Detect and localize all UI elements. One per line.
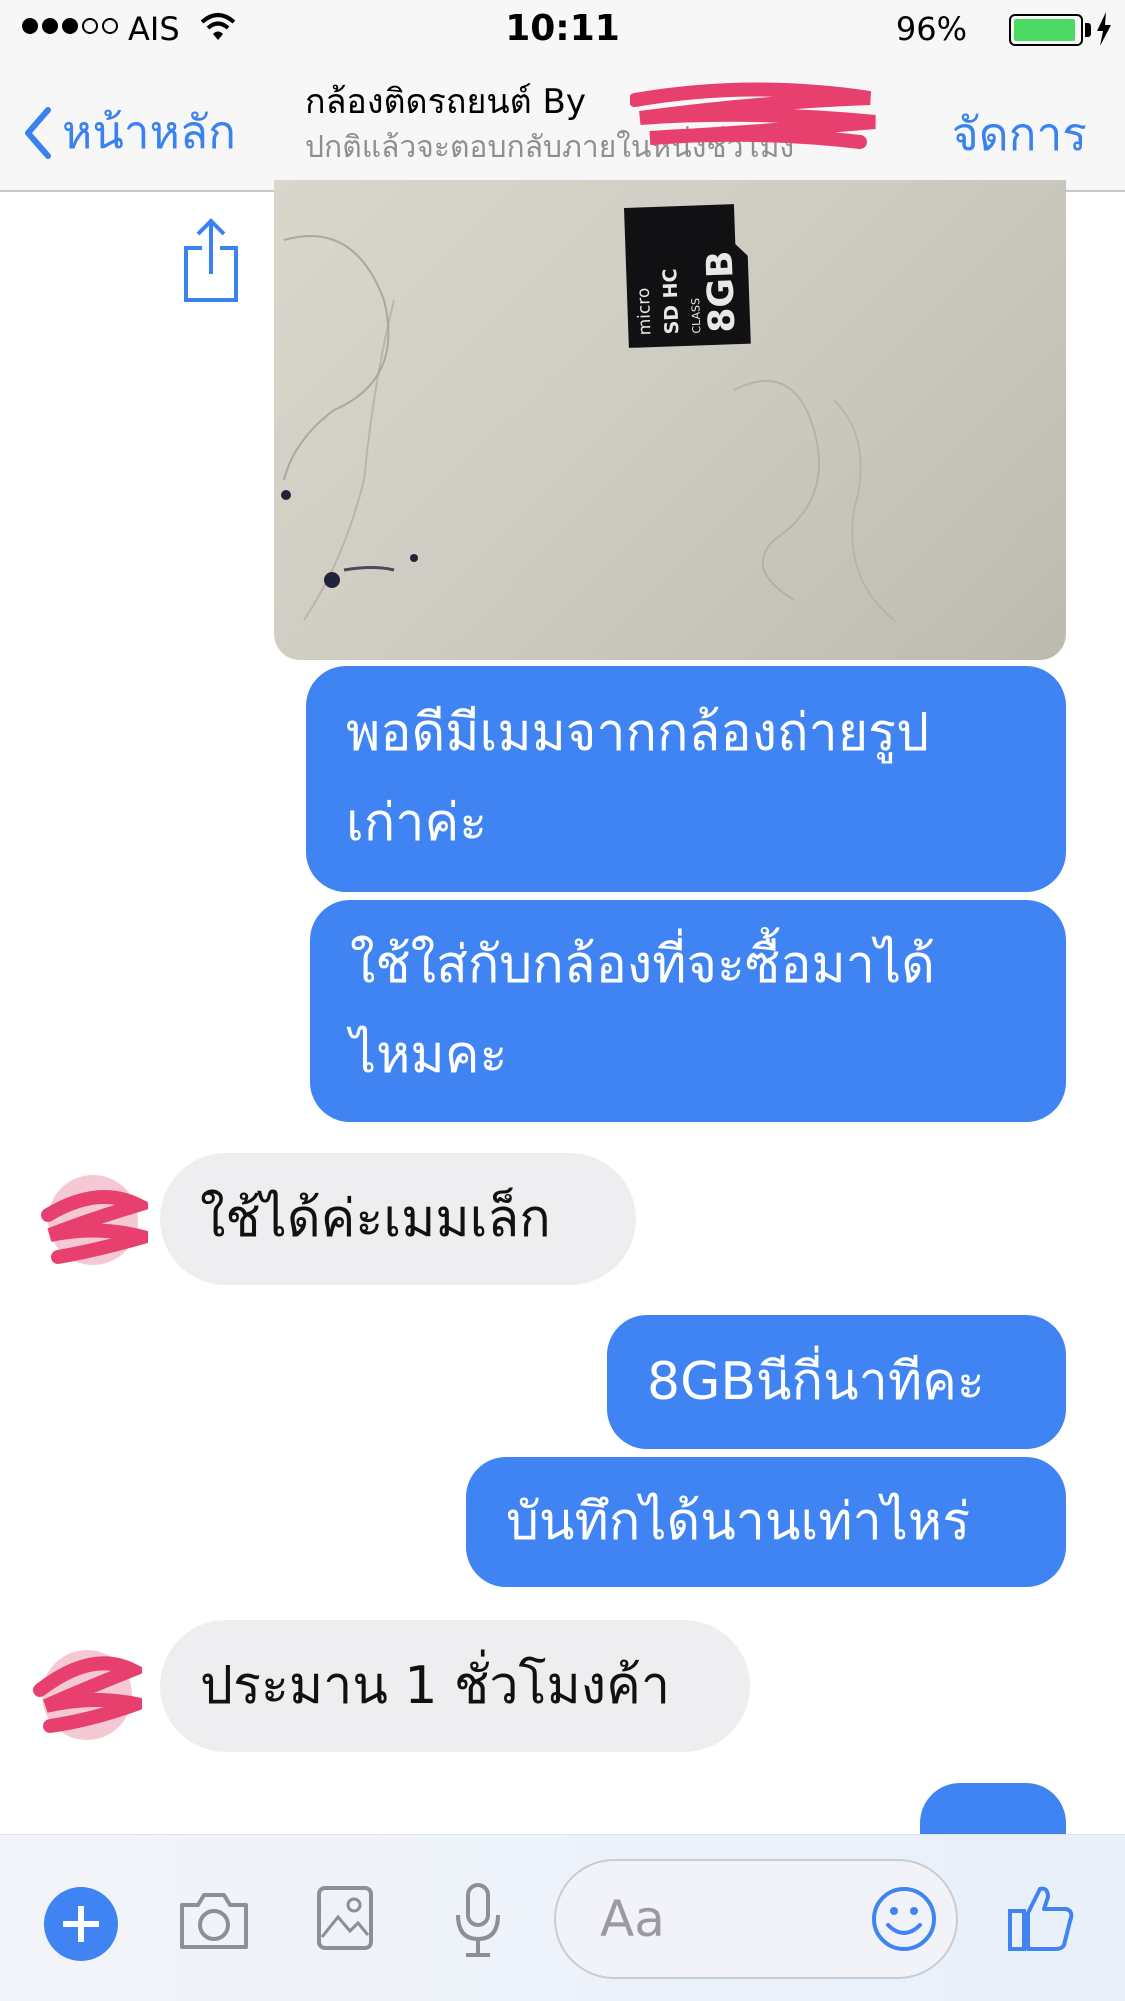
- message-line: พอดีมีเมมจากกล้องถ่ายรูป: [346, 703, 930, 763]
- camera-icon[interactable]: [178, 1889, 250, 1951]
- outgoing-message-bubble[interactable]: ใช้ใส่กับกล้องที่จะซื้อมาได้ ไหมคะ: [310, 900, 1066, 1122]
- message-line: ไหมคะ: [350, 1025, 508, 1085]
- incoming-message-bubble[interactable]: ใช้ได้ค่ะเมมเล็ก: [160, 1153, 636, 1285]
- plus-icon[interactable]: [44, 1887, 118, 1961]
- manage-button[interactable]: จัดการ: [952, 98, 1087, 171]
- outgoing-message-bubble[interactable]: พอดีมีเมมจากกล้องถ่ายรูป เก่าค่ะ: [306, 666, 1066, 892]
- card-capacity: 8GB: [700, 250, 744, 333]
- message-line: เก่าค่ะ: [346, 793, 488, 853]
- status-bar: AIS 10:11 96%: [0, 0, 1125, 60]
- shop-avatar[interactable]: [38, 1165, 148, 1275]
- back-label: หน้าหลัก: [62, 105, 236, 159]
- outgoing-message-bubble[interactable]: บันทึกได้นานเท่าไหร่: [466, 1457, 1066, 1587]
- battery-icon: [1009, 14, 1083, 46]
- photo-message[interactable]: micro SD HC CLASS 8GB: [274, 180, 1066, 660]
- image-icon[interactable]: [316, 1885, 374, 1951]
- message-composer: [0, 1834, 1125, 2001]
- conversation-title[interactable]: กล้องติดรถยนต์ By: [305, 74, 586, 128]
- incoming-message-bubble[interactable]: ประมาน 1 ชั่วโมงค้า: [160, 1620, 750, 1752]
- redaction-scribble: [630, 82, 876, 149]
- messenger-chat-screen: AIS 10:11 96% หน้าหลัก กล้องติดรถยนต์ By…: [0, 0, 1125, 2001]
- microphone-icon[interactable]: [452, 1881, 504, 1959]
- message-input[interactable]: [600, 1883, 840, 1955]
- shop-avatar[interactable]: [32, 1640, 142, 1750]
- photo-content: micro SD HC CLASS 8GB: [281, 204, 895, 621]
- conversation-header: หน้าหลัก กล้องติดรถยนต์ By ปกติแล้วจะตอบ…: [0, 60, 1125, 192]
- chevron-left-icon: [25, 106, 51, 159]
- bolt-icon: [1097, 12, 1111, 46]
- share-icon[interactable]: [180, 218, 242, 304]
- back-button[interactable]: หน้าหลัก: [22, 96, 236, 169]
- emoji-icon[interactable]: [870, 1885, 938, 1953]
- battery-percentage: 96%: [895, 10, 967, 48]
- outgoing-message-bubble[interactable]: 8GBนีกี่นาทีคะ: [607, 1315, 1066, 1449]
- card-type: SD HC: [659, 268, 683, 335]
- thumbs-up-icon[interactable]: [1006, 1881, 1076, 1953]
- card-brand: micro: [634, 287, 656, 335]
- message-input-container[interactable]: [554, 1859, 958, 1979]
- message-line: ใช้ใส่กับกล้องที่จะซื้อมาได้: [350, 935, 935, 995]
